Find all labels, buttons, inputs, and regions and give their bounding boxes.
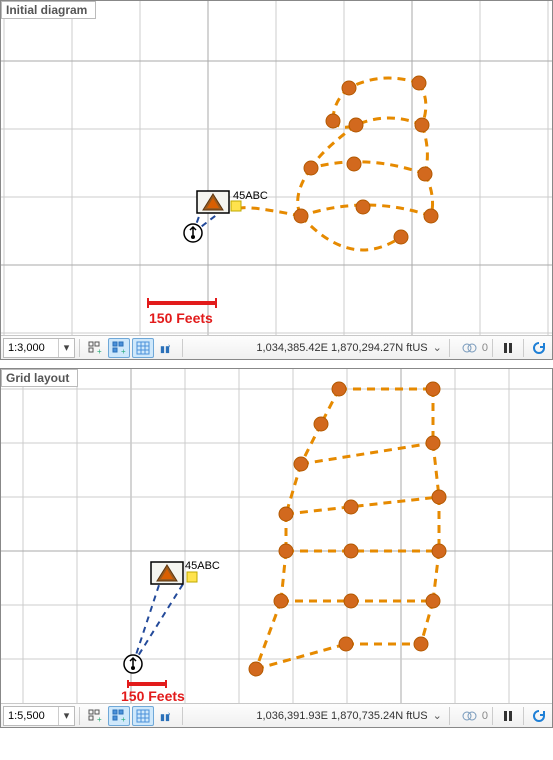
diagram-canvas[interactable]: 45ABC 150 Feets	[1, 1, 552, 335]
grid-toggle[interactable]	[132, 338, 154, 358]
grid-tool-1[interactable]: +	[84, 338, 106, 358]
snap-toggle[interactable]: ▮▮›	[156, 338, 178, 358]
svg-text:150 Feets: 150 Feets	[149, 310, 213, 326]
pause-button[interactable]	[497, 706, 519, 726]
status-toolbar: 1:5,500 ▾ + + ▮▮› 1,036,391.93E 1,870,73…	[1, 703, 552, 727]
snap-indicator[interactable]	[458, 338, 480, 358]
coordinates-readout: 1,036,391.93E 1,870,735.24N ftUS ⌄	[256, 709, 444, 722]
grid-tool-2[interactable]: +	[108, 706, 130, 726]
scale-select[interactable]: 1:3,000 ▾	[3, 338, 75, 358]
feature-label: 45ABC	[233, 190, 268, 202]
scale-select[interactable]: 1:5,500 ▾	[3, 706, 75, 726]
view-title: Grid layout	[1, 369, 78, 387]
snap-count: 0	[482, 342, 488, 354]
grid-toggle[interactable]	[132, 706, 154, 726]
grid-tool-1[interactable]: +	[84, 706, 106, 726]
snap-count: 0	[482, 710, 488, 722]
chevron-down-icon[interactable]: ▾	[58, 339, 74, 357]
svg-text:150 Feets: 150 Feets	[121, 688, 185, 703]
pause-button[interactable]	[497, 338, 519, 358]
svg-text:+: +	[97, 347, 102, 356]
svg-text:+: +	[121, 347, 126, 356]
coordinates-readout: 1,034,385.42E 1,870,294.27N ftUS ⌄	[256, 341, 444, 354]
feature-label: 45ABC	[185, 560, 220, 572]
snap-toggle[interactable]: ▮▮›	[156, 706, 178, 726]
scale-bar: 150 Feets	[121, 680, 185, 703]
refresh-button[interactable]	[528, 706, 550, 726]
chevron-down-icon[interactable]: ▾	[58, 707, 74, 725]
chevron-down-icon[interactable]: ⌄	[430, 341, 445, 354]
snap-indicator[interactable]	[458, 706, 480, 726]
svg-text:+: +	[97, 715, 102, 724]
scale-value: 1:5,500	[4, 710, 58, 722]
nodes	[294, 76, 438, 244]
sink-feature[interactable]	[124, 655, 142, 673]
svg-text:›: ›	[168, 711, 171, 718]
scale-bar: 150 Feets	[148, 298, 216, 326]
svg-text:›: ›	[168, 343, 171, 350]
grid-tool-2[interactable]: +	[108, 338, 130, 358]
refresh-button[interactable]	[528, 338, 550, 358]
diagram-canvas[interactable]: 45ABC 150 Feets	[1, 369, 552, 703]
scale-value: 1:3,000	[4, 342, 58, 354]
svg-text:+: +	[121, 715, 126, 724]
status-toolbar: 1:3,000 ▾ + + ▮▮› 1,034,385.42E 1,870,29…	[1, 335, 552, 359]
chevron-down-icon[interactable]: ⌄	[430, 709, 445, 722]
sink-feature[interactable]	[184, 224, 202, 242]
view-title: Initial diagram	[1, 1, 96, 19]
